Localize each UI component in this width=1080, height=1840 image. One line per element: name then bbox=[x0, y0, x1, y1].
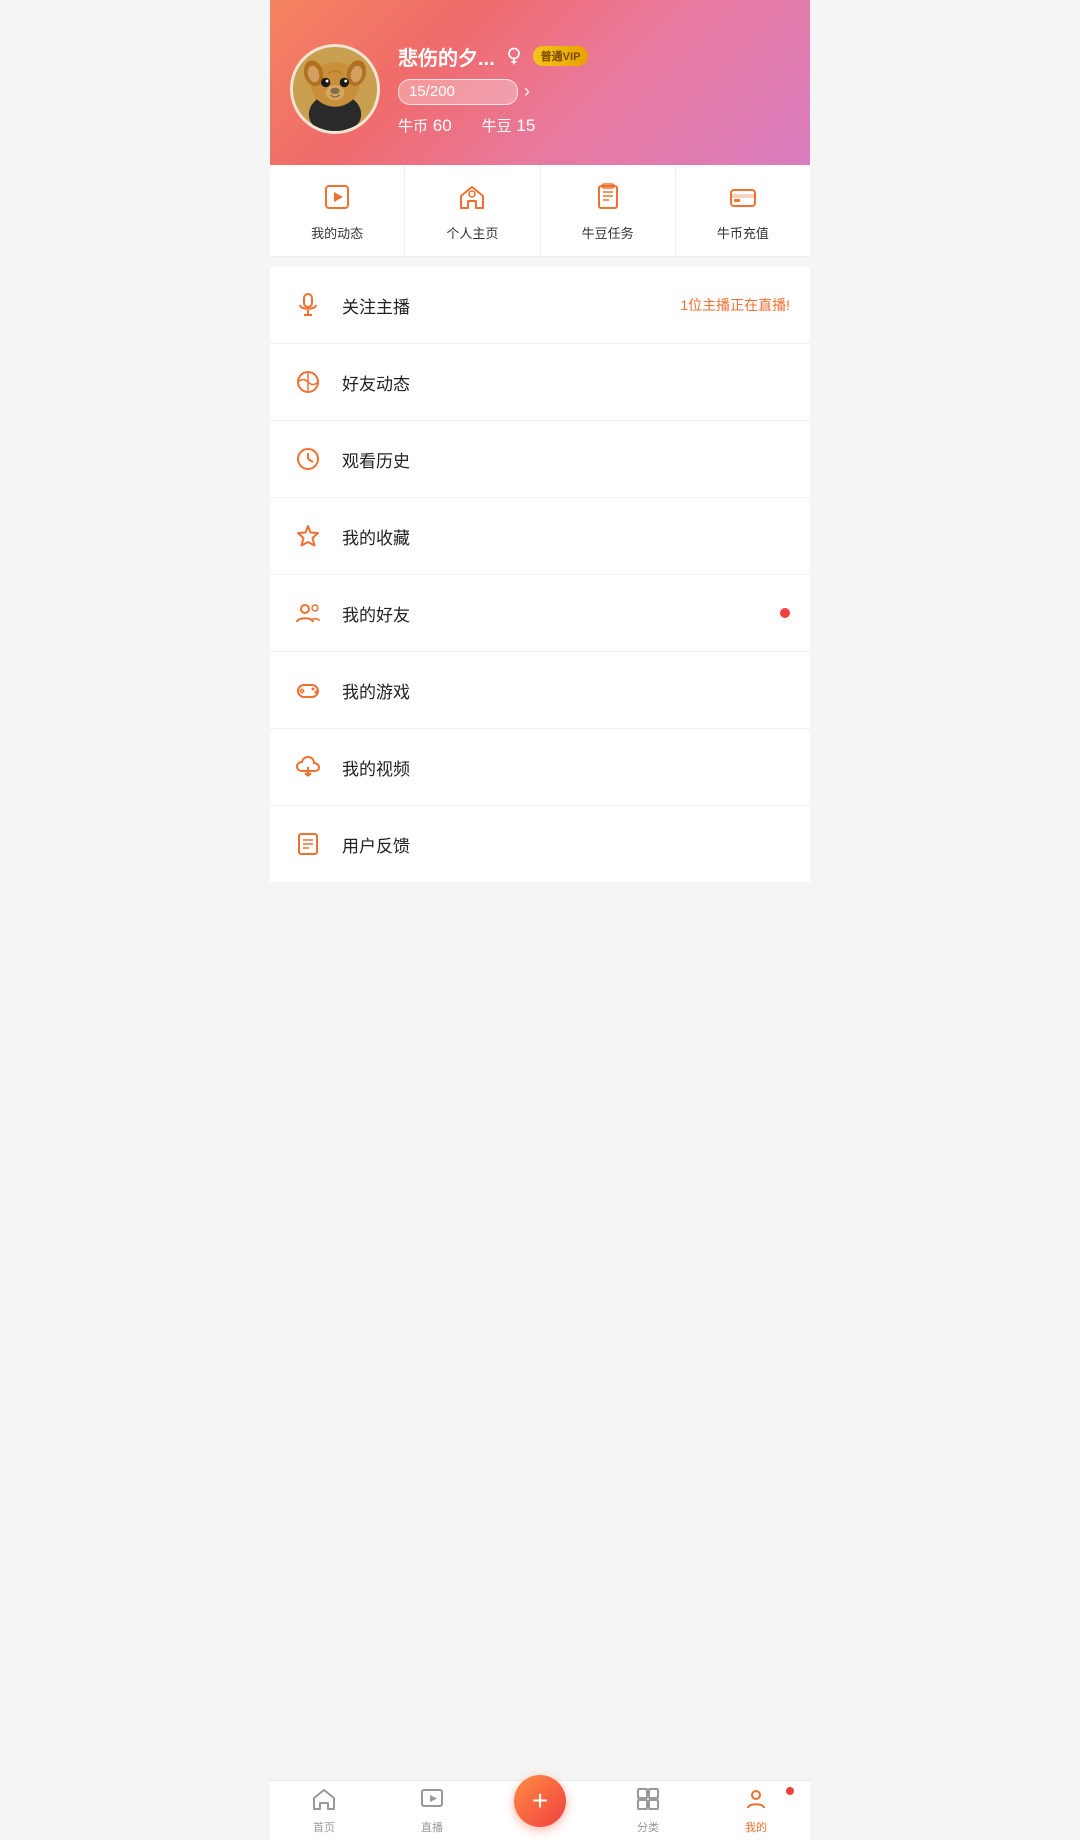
menu-my-friends[interactable]: 我的好友 bbox=[270, 575, 810, 652]
nav-home[interactable]: 首页 bbox=[270, 1781, 378, 1840]
avatar[interactable] bbox=[290, 44, 380, 134]
recharge-icon bbox=[729, 183, 757, 215]
menu-feedback[interactable]: 用户反馈 bbox=[270, 806, 810, 882]
feedback-label: 用户反馈 bbox=[342, 832, 790, 857]
nav-my-activity[interactable]: 我的动态 bbox=[270, 165, 405, 256]
task-icon bbox=[594, 183, 622, 215]
my-videos-label: 我的视频 bbox=[342, 755, 790, 780]
profile-info: 悲伤的夕... 普通VIP 15/200 › 牛币 bbox=[398, 42, 790, 136]
nav-plus[interactable]: + bbox=[486, 1795, 594, 1827]
profile-home-label: 个人主页 bbox=[446, 223, 498, 242]
menu-follow-anchor[interactable]: 关注主播 1位主播正在直播! bbox=[270, 267, 810, 344]
nav-mine[interactable]: 我的 bbox=[702, 1781, 810, 1840]
activity-icon bbox=[323, 183, 351, 215]
profile-banner: 悲伤的夕... 普通VIP 15/200 › 牛币 bbox=[270, 0, 810, 165]
my-friends-label: 我的好友 bbox=[342, 601, 780, 626]
home-nav-label: 首页 bbox=[313, 1819, 335, 1835]
exp-bar-container: 15/200 bbox=[398, 79, 518, 105]
menu-my-favorites[interactable]: 我的收藏 bbox=[270, 498, 810, 575]
mine-notification-dot bbox=[786, 1787, 794, 1795]
bean-stat: 牛豆 15 bbox=[482, 115, 536, 136]
quick-nav: 我的动态 个人主页 牛豆任务 bbox=[270, 165, 810, 257]
friends-notification-dot bbox=[780, 608, 790, 618]
star-icon bbox=[290, 518, 326, 554]
friend-activity-label: 好友动态 bbox=[342, 370, 790, 395]
watch-history-label: 观看历史 bbox=[342, 447, 790, 472]
profile-name-row: 悲伤的夕... 普通VIP bbox=[398, 42, 790, 71]
home-nav-icon bbox=[312, 1787, 336, 1817]
exp-text: 15/200 bbox=[409, 83, 455, 100]
bean-number: 15 bbox=[516, 116, 535, 135]
bottom-nav: 首页 直播 + 分类 bbox=[270, 1780, 810, 1840]
my-favorites-label: 我的收藏 bbox=[342, 524, 790, 549]
profile-name: 悲伤的夕... bbox=[398, 42, 495, 71]
plus-button[interactable]: + bbox=[514, 1775, 566, 1827]
mine-nav-icon bbox=[744, 1787, 768, 1817]
nav-task[interactable]: 牛豆任务 bbox=[541, 165, 676, 256]
live-nav-icon bbox=[420, 1787, 444, 1817]
activity-label: 我的动态 bbox=[311, 223, 363, 242]
profile-home-icon bbox=[458, 183, 486, 215]
vip-badge: 普通VIP bbox=[533, 46, 589, 66]
exp-bar-wrapper[interactable]: 15/200 › bbox=[398, 79, 790, 105]
menu-friend-activity[interactable]: 好友动态 bbox=[270, 344, 810, 421]
nav-profile-home[interactable]: 个人主页 bbox=[405, 165, 540, 256]
recharge-label: 牛币充值 bbox=[717, 223, 769, 242]
coin-label: 牛币 bbox=[398, 118, 428, 135]
nav-recharge[interactable]: 牛币充值 bbox=[676, 165, 810, 256]
profile-stats: 牛币 60 牛豆 15 bbox=[398, 115, 790, 136]
bean-label: 牛豆 bbox=[482, 118, 512, 135]
live-status-text: 1位主播正在直播! bbox=[680, 295, 790, 315]
task-label: 牛豆任务 bbox=[582, 223, 634, 242]
friend-activity-icon bbox=[290, 364, 326, 400]
coin-number: 60 bbox=[433, 116, 452, 135]
follow-anchor-label: 关注主播 bbox=[342, 293, 680, 318]
coin-stat: 牛币 60 bbox=[398, 115, 452, 136]
feedback-icon bbox=[290, 826, 326, 862]
menu-watch-history[interactable]: 观看历史 bbox=[270, 421, 810, 498]
category-nav-icon bbox=[636, 1787, 660, 1817]
mic-icon bbox=[290, 287, 326, 323]
menu-list: 关注主播 1位主播正在直播! 好友动态 bbox=[270, 267, 810, 882]
game-icon bbox=[290, 672, 326, 708]
plus-icon: + bbox=[532, 1787, 548, 1815]
nav-live[interactable]: 直播 bbox=[378, 1781, 486, 1840]
exp-arrow: › bbox=[524, 81, 530, 102]
clock-icon bbox=[290, 441, 326, 477]
menu-my-videos[interactable]: 我的视频 bbox=[270, 729, 810, 806]
live-nav-label: 直播 bbox=[421, 1819, 443, 1835]
mine-nav-label: 我的 bbox=[745, 1819, 767, 1835]
gender-icon bbox=[503, 45, 525, 67]
menu-my-games[interactable]: 我的游戏 bbox=[270, 652, 810, 729]
cloud-video-icon bbox=[290, 749, 326, 785]
nav-category[interactable]: 分类 bbox=[594, 1781, 702, 1840]
category-nav-label: 分类 bbox=[637, 1819, 659, 1835]
my-games-label: 我的游戏 bbox=[342, 678, 790, 703]
friends-icon bbox=[290, 595, 326, 631]
